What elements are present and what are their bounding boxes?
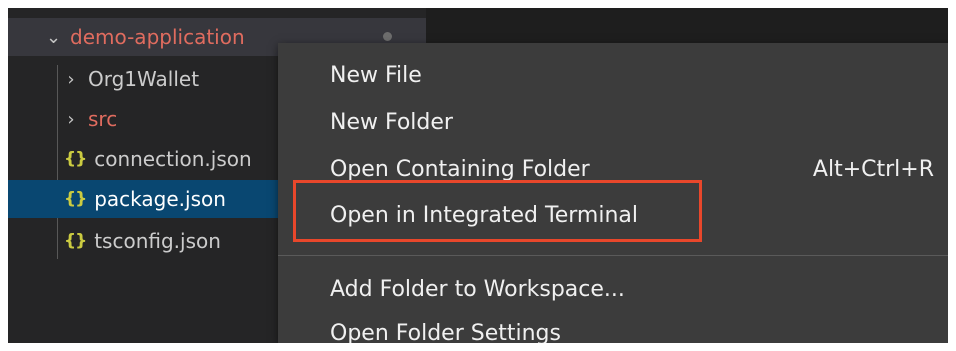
tree-item-label: Org1Wallet bbox=[88, 67, 200, 91]
menu-item-new-folder[interactable]: New Folder bbox=[278, 100, 948, 144]
menu-item-label: New Folder bbox=[330, 109, 453, 135]
json-file-icon: {} bbox=[64, 231, 87, 251]
chevron-right-icon: › bbox=[67, 108, 75, 130]
menu-item-new-file[interactable]: New File bbox=[278, 53, 948, 97]
menu-item-shortcut: Alt+Ctrl+R bbox=[812, 156, 934, 182]
menu-separator bbox=[278, 255, 948, 256]
tree-item-label: package.json bbox=[94, 187, 226, 211]
vscode-window: ⌄ demo-application › Org1Wallet › src {}… bbox=[8, 8, 948, 343]
tree-item-label: connection.json bbox=[94, 147, 252, 171]
tree-item-label: tsconfig.json bbox=[94, 229, 221, 253]
json-file-icon: {} bbox=[64, 149, 87, 169]
json-file-icon: {} bbox=[64, 189, 87, 209]
menu-item-open-containing-folder[interactable]: Open Containing Folder Alt+Ctrl+R bbox=[278, 147, 948, 191]
menu-item-add-folder-to-workspace[interactable]: Add Folder to Workspace... bbox=[278, 267, 948, 311]
menu-item-label: Add Folder to Workspace... bbox=[330, 276, 625, 302]
menu-item-open-folder-settings[interactable]: Open Folder Settings bbox=[278, 311, 948, 344]
tree-item-label: src bbox=[88, 107, 118, 131]
chevron-down-icon: ⌄ bbox=[46, 26, 62, 48]
context-menu: New File New Folder Open Containing Fold… bbox=[278, 43, 948, 343]
menu-item-label: New File bbox=[330, 62, 422, 88]
tree-item-label: demo-application bbox=[70, 25, 245, 49]
menu-item-label: Open Folder Settings bbox=[330, 320, 561, 344]
chevron-right-icon: › bbox=[67, 68, 75, 90]
modified-dot-icon bbox=[383, 32, 392, 41]
menu-item-label: Open Containing Folder bbox=[330, 156, 590, 182]
menu-item-open-in-integrated-terminal[interactable]: Open in Integrated Terminal bbox=[278, 193, 948, 237]
menu-item-label: Open in Integrated Terminal bbox=[330, 202, 638, 228]
